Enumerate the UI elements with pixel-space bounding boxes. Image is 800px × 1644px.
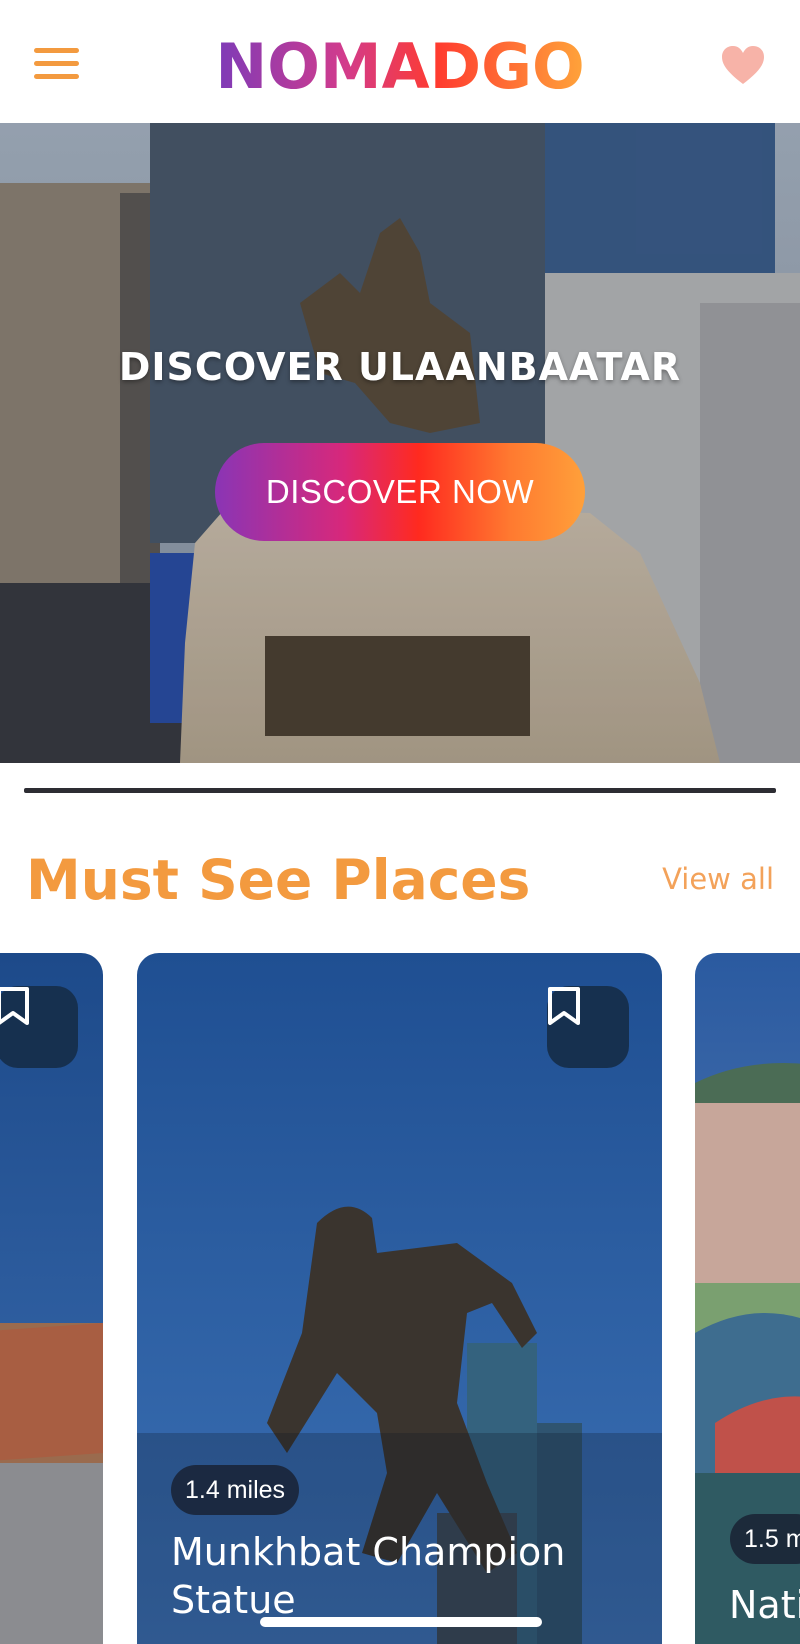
bookmark-icon <box>548 987 580 1025</box>
hero-title: DISCOVER ULAANBAATAR <box>118 345 682 389</box>
app-logo: NOMADGO <box>215 30 584 100</box>
logo-text: NOMADGO <box>215 30 584 100</box>
section-title: Must See Places <box>26 848 531 912</box>
discover-now-button[interactable]: DISCOVER NOW <box>215 443 585 541</box>
distance-badge: 1.4 miles <box>171 1465 300 1515</box>
bookmark-button[interactable] <box>547 986 629 1068</box>
place-card-title: Nati <box>729 1583 800 1627</box>
bookmark-button[interactable] <box>0 986 78 1068</box>
place-card[interactable]: 1.5 m Nati <box>695 953 800 1644</box>
place-card[interactable] <box>0 953 103 1644</box>
hamburger-menu-icon[interactable] <box>34 46 79 82</box>
bookmark-icon <box>0 987 29 1025</box>
place-card[interactable]: 1.4 miles Munkhbat Champion Statue <box>137 953 662 1644</box>
place-card-title: Munkhbat Champion Statue <box>171 1530 566 1622</box>
heart-icon[interactable] <box>720 44 766 86</box>
distance-badge: 1.5 m <box>730 1514 800 1564</box>
hero-banner: DISCOVER ULAANBAATAR DISCOVER NOW <box>0 123 800 763</box>
view-all-link[interactable]: View all <box>662 862 774 896</box>
home-indicator[interactable] <box>260 1617 542 1627</box>
section-divider <box>24 788 776 793</box>
app-header: NOMADGO <box>0 0 800 123</box>
